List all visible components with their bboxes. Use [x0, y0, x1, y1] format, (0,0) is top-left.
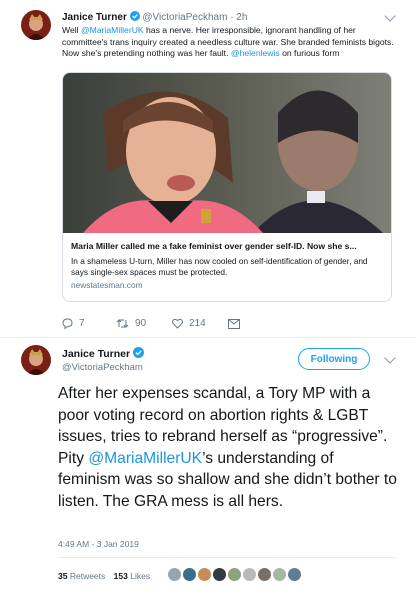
- link-card[interactable]: Maria Miller called me a fake feminist o…: [62, 72, 392, 302]
- tweet-header: Janice Turner @VictoriaPeckham · 2h: [62, 11, 247, 23]
- retweets-stat[interactable]: 35 Retweets: [58, 571, 108, 581]
- following-button[interactable]: Following: [298, 348, 370, 370]
- liker-avatar[interactable]: [198, 568, 211, 581]
- divider: [58, 557, 396, 558]
- author-block: Janice Turner @VictoriaPeckham: [62, 347, 145, 373]
- tweet-timestamp[interactable]: 4:49 AM - 3 Jan 2019: [58, 539, 139, 549]
- retweets-count: 35: [58, 571, 68, 581]
- text-part: Well: [62, 25, 81, 35]
- verified-icon: [129, 11, 143, 23]
- likes-count: 153: [113, 571, 128, 581]
- like-count: 214: [189, 318, 206, 329]
- tweet-time[interactable]: · 2h: [230, 12, 247, 23]
- avatar-image: [21, 345, 51, 375]
- retweet-count: 90: [135, 318, 147, 329]
- tweet-text: After her expenses scandal, a Tory MP wi…: [58, 383, 398, 512]
- liker-avatar[interactable]: [243, 568, 256, 581]
- avatar-image: [21, 10, 51, 40]
- reply-count: 7: [79, 318, 85, 329]
- liker-avatar[interactable]: [288, 568, 301, 581]
- more-options-chevron[interactable]: [384, 352, 396, 364]
- reply-button[interactable]: 7: [62, 318, 116, 329]
- more-options-chevron[interactable]: [384, 10, 396, 22]
- retweet-button[interactable]: 90: [116, 318, 172, 329]
- author-name[interactable]: Janice Turner: [62, 12, 127, 23]
- like-button[interactable]: 214: [172, 318, 228, 329]
- mention-link[interactable]: @MariaMillerUK: [81, 25, 144, 35]
- tweet-text: Well @MariaMillerUK has a nerve. Her irr…: [62, 25, 396, 60]
- verified-icon: [133, 347, 145, 360]
- likes-stat[interactable]: 153 Likes: [114, 571, 150, 581]
- tweet-actions: 7 90 214: [62, 318, 240, 329]
- retweet-icon: [116, 319, 129, 328]
- mail-icon: [228, 318, 240, 329]
- mention-link[interactable]: @helenlewis: [231, 48, 280, 58]
- divider: [0, 337, 416, 338]
- chevron-down-icon: [384, 10, 396, 22]
- chevron-down-icon: [384, 352, 396, 364]
- tweet-stats: 35 Retweets 153 Likes: [58, 571, 150, 581]
- liker-avatar[interactable]: [273, 568, 286, 581]
- liker-avatar[interactable]: [168, 568, 181, 581]
- author-handle[interactable]: @VictoriaPeckham: [62, 362, 144, 373]
- liker-avatar[interactable]: [183, 568, 196, 581]
- avatar[interactable]: [21, 345, 51, 375]
- mention-link[interactable]: @MariaMillerUK: [88, 450, 202, 467]
- card-domain: newstatesman.com: [71, 280, 143, 290]
- liker-avatars: [168, 568, 348, 584]
- liker-avatar[interactable]: [258, 568, 271, 581]
- card-image: [63, 73, 391, 233]
- reply-icon: [62, 318, 73, 329]
- direct-message-button[interactable]: [228, 318, 240, 329]
- likes-label: Likes: [130, 571, 151, 581]
- retweets-label: Retweets: [69, 571, 106, 581]
- author-name[interactable]: Janice Turner: [62, 348, 130, 360]
- text-part: on furious form: [279, 48, 340, 58]
- card-title: Maria Miller called me a fake feminist o…: [71, 241, 357, 251]
- heart-icon: [172, 318, 183, 329]
- avatar[interactable]: [21, 10, 51, 40]
- liker-avatar[interactable]: [228, 568, 241, 581]
- card-description: In a shameless U-turn, Miller has now co…: [71, 256, 368, 277]
- author-handle[interactable]: @VictoriaPeckham: [142, 12, 227, 23]
- liker-avatar[interactable]: [213, 568, 226, 581]
